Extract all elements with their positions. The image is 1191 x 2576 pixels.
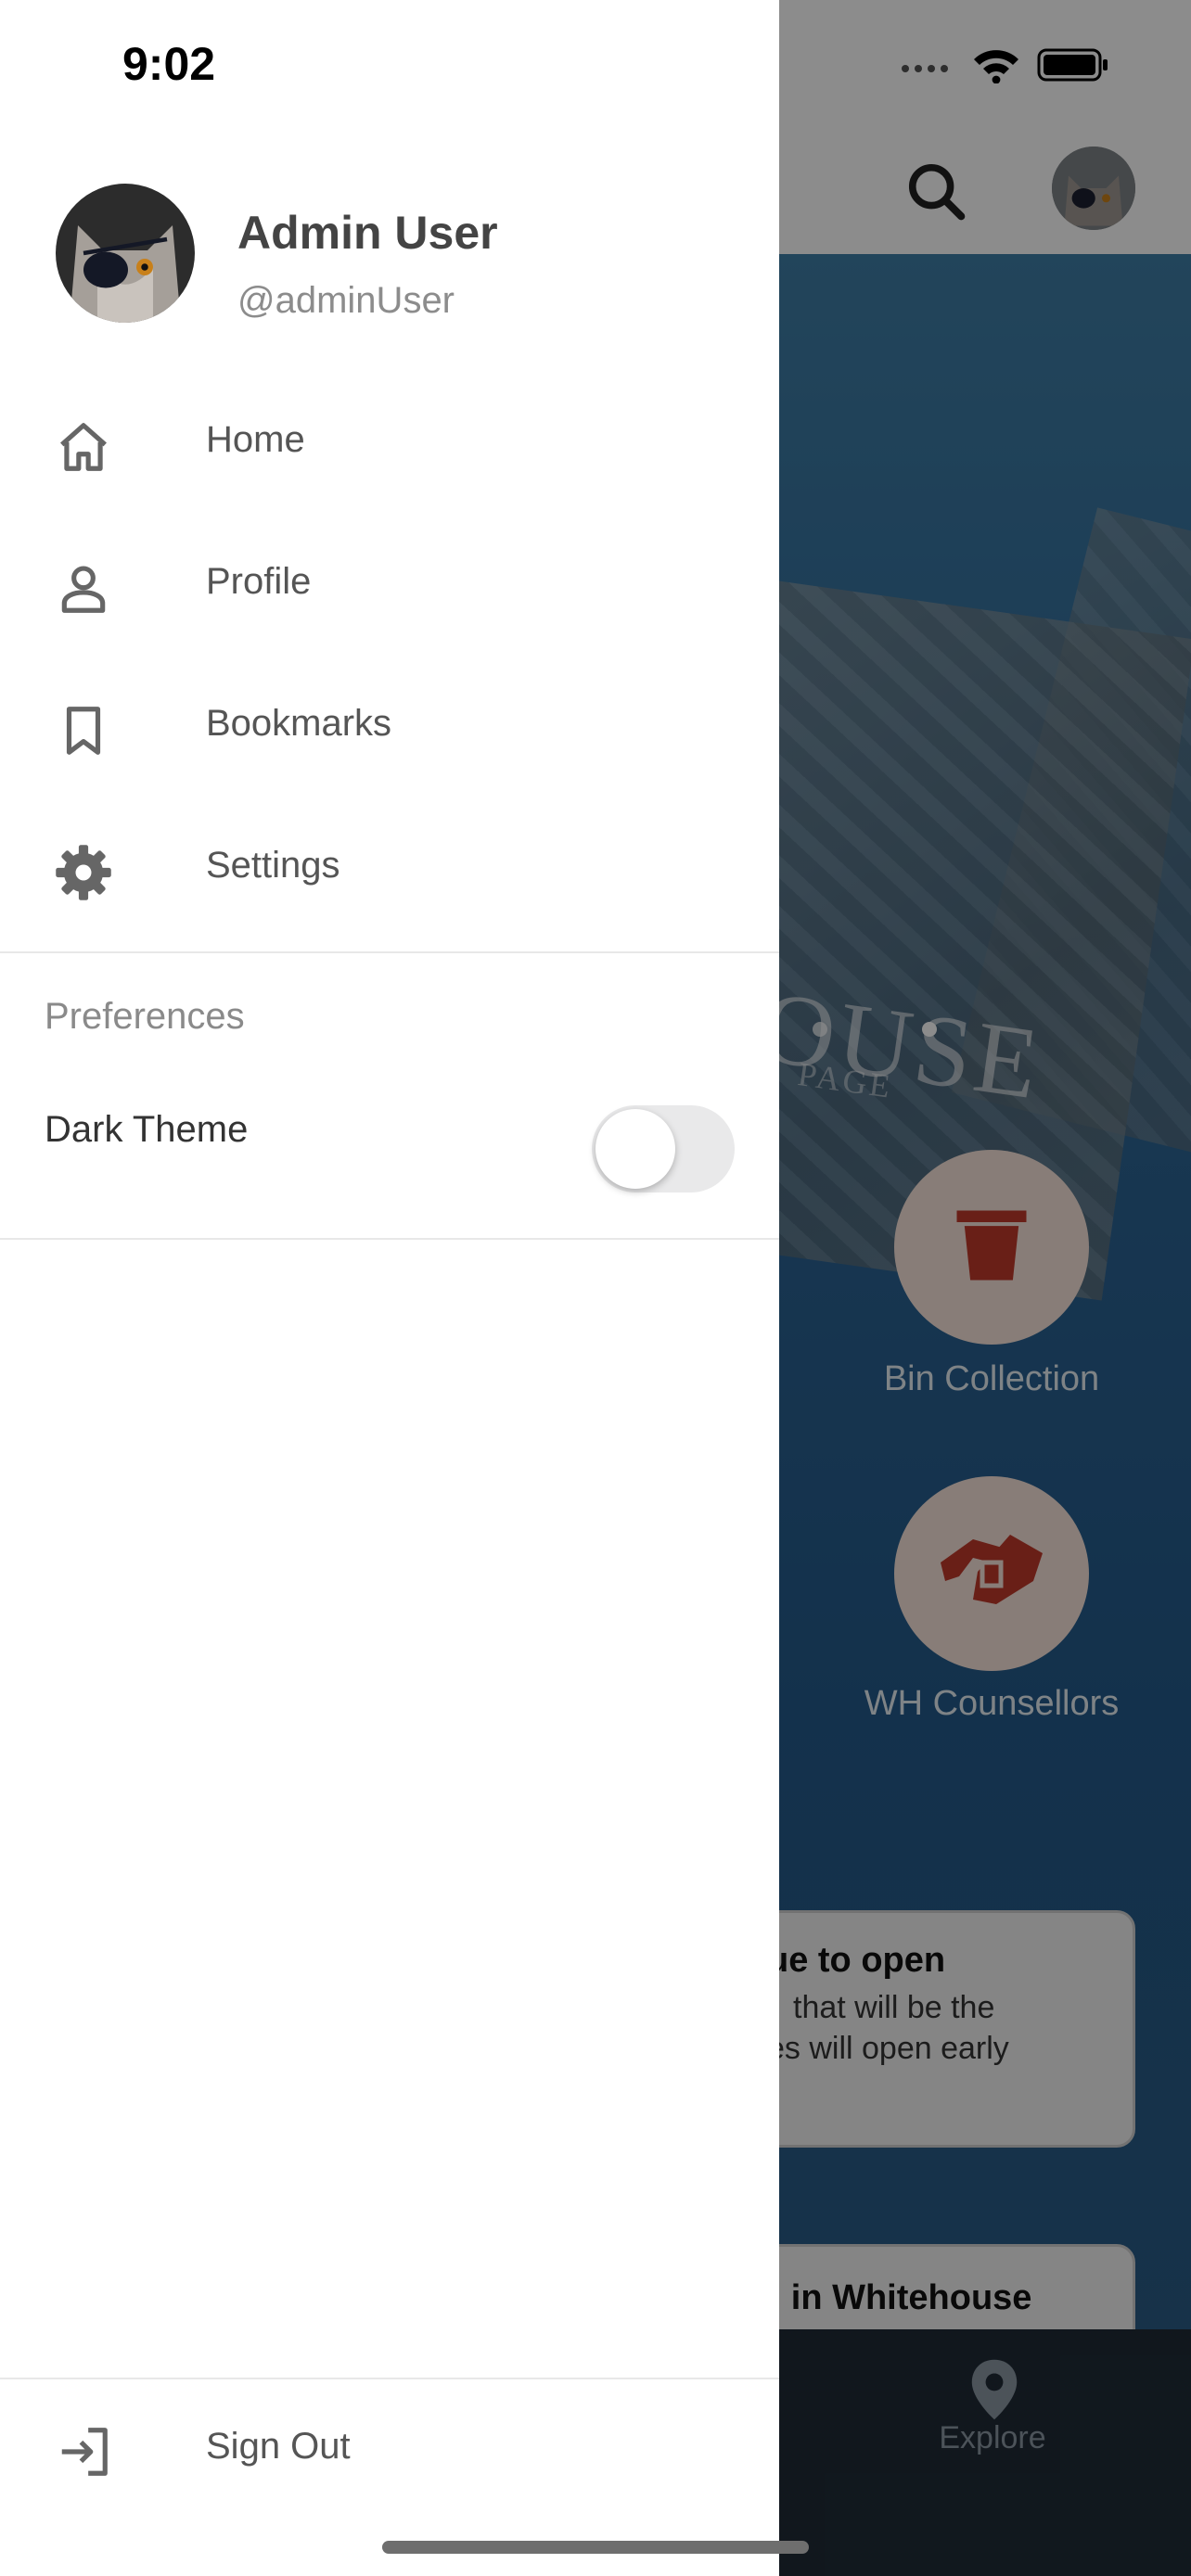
menu-item-settings[interactable]: Settings <box>0 798 779 937</box>
home-icon <box>50 414 117 480</box>
sign-out-button[interactable]: Sign Out <box>0 2381 779 2520</box>
menu-item-profile[interactable]: Profile <box>0 515 779 654</box>
menu-label: Bookmarks <box>206 703 392 744</box>
status-time: 9:02 <box>122 38 216 90</box>
menu-item-bookmarks[interactable]: Bookmarks <box>0 657 779 796</box>
gear-icon <box>50 839 117 906</box>
menu-label: Home <box>206 419 305 460</box>
person-icon <box>50 555 117 622</box>
menu-item-home[interactable]: Home <box>0 373 779 512</box>
dark-theme-label: Dark Theme <box>45 1109 249 1150</box>
sign-out-label: Sign Out <box>206 2426 351 2467</box>
avatar[interactable] <box>56 184 195 323</box>
divider <box>0 951 779 953</box>
bookmark-icon <box>50 697 117 764</box>
user-handle: @adminUser <box>237 280 455 321</box>
menu-label: Settings <box>206 845 340 886</box>
dark-theme-toggle[interactable] <box>592 1105 735 1192</box>
user-name: Admin User <box>237 207 498 259</box>
toggle-knob <box>596 1109 675 1189</box>
navigation-drawer: 9:02 Admin User @adminUser Home Profile … <box>0 0 779 2576</box>
sign-out-icon <box>50 2418 117 2485</box>
preferences-heading: Preferences <box>45 996 245 1037</box>
menu-label: Profile <box>206 561 312 602</box>
divider <box>0 1238 779 1240</box>
home-indicator <box>382 2541 809 2554</box>
divider <box>0 2378 779 2379</box>
